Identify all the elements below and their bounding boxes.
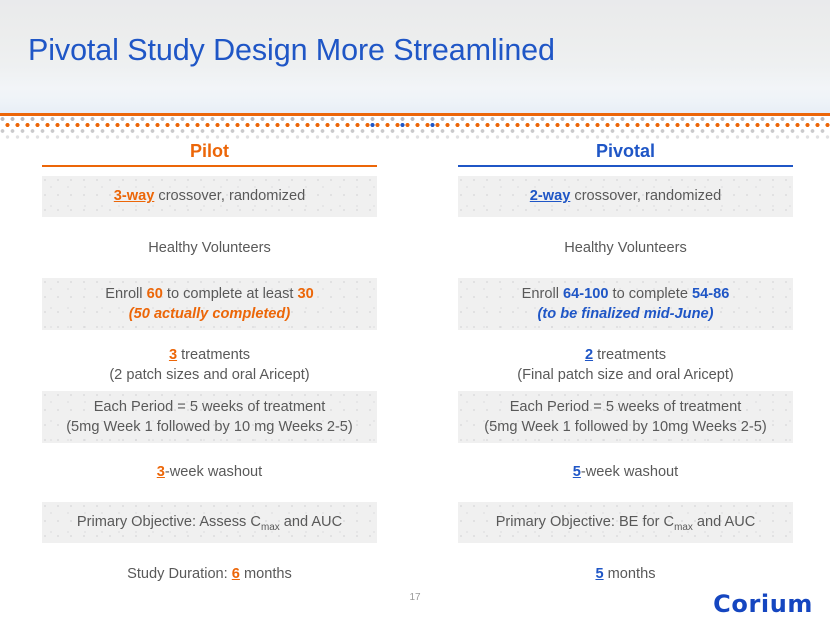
crossover-text-left: crossover, randomized <box>154 188 306 204</box>
comparison-table: Pilot 3-way crossover, randomized Health… <box>0 140 830 582</box>
objective-sub-right: max <box>674 521 693 533</box>
row-enrollment-left: Enroll 60 to complete at least 30 (50 ac… <box>42 278 377 330</box>
enroll-pre-right: Enroll <box>521 286 564 302</box>
period-line1-right: Each Period = 5 weeks of treatment <box>509 399 742 415</box>
enroll-mid-left: to complete at least <box>162 286 298 302</box>
crossover-text-right: crossover, randomized <box>570 188 722 204</box>
enroll-note-left: (50 actually completed) <box>128 305 291 322</box>
row-duration-left: Study Duration: 6 months <box>42 554 377 595</box>
page-number: 17 <box>409 592 421 603</box>
enroll-pre-left: Enroll <box>105 286 147 302</box>
enroll-note-right: (to be finalized mid-June) <box>537 305 714 322</box>
row-period-right: Each Period = 5 weeks of treatment (5mg … <box>458 391 793 443</box>
row-objective-left: Primary Objective: Assess Cmax and AUC <box>42 502 377 543</box>
enroll-complete-right: 54-86 <box>692 286 730 302</box>
row-crossover-right: 2-way crossover, randomized <box>458 176 793 217</box>
enroll-complete-left: 30 <box>297 286 314 302</box>
washout-accent-left: 3 <box>156 464 165 480</box>
treatments-text-left: treatments <box>177 347 251 363</box>
row-period-left: Each Period = 5 weeks of treatment (5mg … <box>42 391 377 443</box>
slide-header-band: Pivotal Study Design More Streamlined <box>0 0 830 113</box>
treatments-detail-left: (2 patch sizes and oral Aricept) <box>109 366 310 383</box>
enroll-count-right: 64-100 <box>563 286 609 302</box>
column-pivotal: Pivotal 2-way crossover, randomized Heal… <box>458 140 793 595</box>
row-population-left: Healthy Volunteers <box>42 228 377 269</box>
treatments-accent-left: 3 <box>168 347 178 363</box>
row-crossover-left: 3-way crossover, randomized <box>42 176 377 217</box>
washout-accent-right: 5 <box>572 464 581 480</box>
duration-accent-left: 6 <box>231 566 240 582</box>
objective-pre-left: Primary Objective: Assess C <box>76 514 261 530</box>
objective-sub-left: max <box>260 521 280 533</box>
row-treatments-right: 2 treatments (Final patch size and oral … <box>458 339 793 391</box>
treatments-accent-right: 2 <box>584 347 594 363</box>
page-title: Pivotal Study Design More Streamlined <box>28 33 555 67</box>
slide: Pivotal Study Design More Streamlined Pi… <box>0 0 830 623</box>
treatments-detail-right: (Final patch size and oral Aricept) <box>517 366 734 383</box>
period-line2-left: (5mg Week 1 followed by 10 mg Weeks 2-5) <box>66 418 353 435</box>
crossover-accent-left: 3-way <box>113 188 155 204</box>
column-header-pivotal: Pivotal <box>458 140 793 167</box>
washout-text-left: -week washout <box>164 464 263 480</box>
washout-text-right: -week washout <box>580 464 679 480</box>
decorative-dot-band <box>0 116 830 140</box>
row-washout-left: 3-week washout <box>42 452 377 493</box>
population-text-right: Healthy Volunteers <box>564 240 687 256</box>
duration-text-right: months <box>603 566 656 582</box>
row-population-right: Healthy Volunteers <box>458 228 793 269</box>
duration-pre-left: Study Duration: <box>127 566 232 582</box>
period-line2-right: (5mg Week 1 followed by 10mg Weeks 2-5) <box>484 418 767 435</box>
period-line1-left: Each Period = 5 weeks of treatment <box>93 399 326 415</box>
enroll-mid-right: to complete <box>608 286 693 302</box>
row-treatments-left: 3 treatments (2 patch sizes and oral Ari… <box>42 339 377 391</box>
population-text-left: Healthy Volunteers <box>148 240 271 256</box>
duration-accent-right: 5 <box>595 566 604 582</box>
objective-post-right: and AUC <box>692 514 756 530</box>
treatments-text-right: treatments <box>593 347 667 363</box>
duration-text-left: months <box>239 566 292 582</box>
row-duration-right: 5 months <box>458 554 793 595</box>
column-header-pilot: Pilot <box>42 140 377 167</box>
row-objective-right: Primary Objective: BE for Cmax and AUC <box>458 502 793 543</box>
objective-post-left: and AUC <box>279 514 343 530</box>
column-pilot: Pilot 3-way crossover, randomized Health… <box>42 140 377 595</box>
corium-logo: Corium <box>713 590 813 618</box>
row-enrollment-right: Enroll 64-100 to complete 54-86 (to be f… <box>458 278 793 330</box>
crossover-accent-right: 2-way <box>529 188 571 204</box>
row-washout-right: 5-week washout <box>458 452 793 493</box>
objective-pre-right: Primary Objective: BE for C <box>495 514 675 530</box>
enroll-count-left: 60 <box>146 286 163 302</box>
